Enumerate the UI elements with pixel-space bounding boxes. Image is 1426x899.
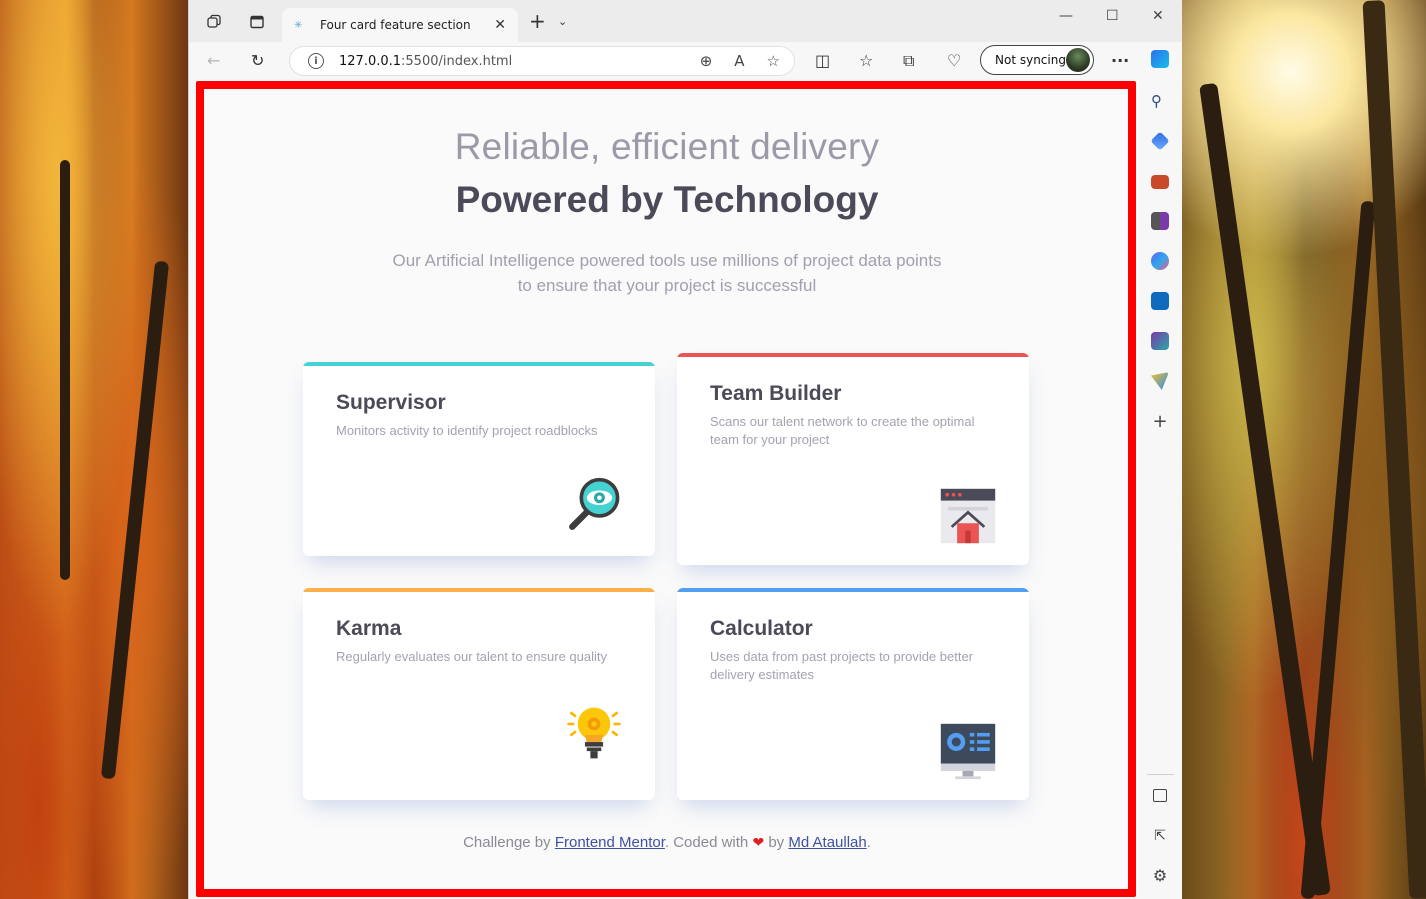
add-icon[interactable]: + bbox=[1151, 413, 1169, 432]
frontend-mentor-link[interactable]: Frontend Mentor bbox=[555, 834, 665, 851]
browser-house-icon bbox=[940, 488, 996, 544]
tree-trunk bbox=[100, 260, 170, 780]
edge-sidebar: ⚲ + ⇱ ⚙ bbox=[1139, 42, 1182, 899]
page-title: Powered by Technology bbox=[455, 179, 879, 220]
card-accent-bar bbox=[303, 362, 655, 366]
tree-trunk bbox=[60, 160, 70, 580]
favorites-icon[interactable]: ☆ bbox=[859, 52, 873, 70]
author-link[interactable]: Md Ataullah bbox=[788, 834, 866, 851]
read-aloud-icon[interactable]: A bbox=[734, 52, 744, 70]
hide-sidebar-icon[interactable] bbox=[1153, 789, 1167, 802]
page-subtitle: Our Artificial Intelligence powered tool… bbox=[392, 251, 942, 295]
close-window-icon[interactable]: ✕ bbox=[1152, 8, 1164, 24]
card-text: Scans our talent network to create the o… bbox=[710, 414, 975, 447]
card-team-builder: Team Builder Scans our talent network to… bbox=[677, 353, 1029, 565]
more-menu-icon[interactable]: ··· bbox=[1111, 52, 1129, 70]
tab-title: Four card feature section bbox=[320, 18, 471, 32]
card-title: Calculator bbox=[710, 617, 813, 640]
heading-light: Reliable, efficient delivery bbox=[454, 126, 880, 167]
designer-icon[interactable] bbox=[1151, 332, 1169, 350]
close-tab-icon[interactable]: ✕ bbox=[494, 17, 506, 33]
tools-icon[interactable] bbox=[1151, 175, 1169, 189]
settings-gear-icon[interactable]: ⚙ bbox=[1151, 868, 1169, 886]
footer-middle: . Coded with bbox=[664, 834, 749, 851]
desktop-wallpaper-right bbox=[1181, 0, 1426, 899]
card-accent-bar bbox=[677, 588, 1029, 592]
card-karma: Karma Regularly evaluates our talent to … bbox=[303, 588, 655, 800]
sync-label: Not syncing bbox=[995, 53, 1066, 67]
card-accent-bar bbox=[303, 588, 655, 592]
footer-by: by bbox=[768, 834, 785, 851]
url-host: 127.0.0.1 bbox=[339, 53, 402, 69]
page-footer: Challenge by Frontend Mentor. Coded with… bbox=[197, 834, 1137, 851]
site-info-icon[interactable]: i bbox=[308, 53, 324, 69]
page-viewport: Reliable, efficient delivery Powered by … bbox=[196, 80, 1139, 899]
browser-essentials-icon[interactable]: ♡ bbox=[947, 52, 961, 70]
outlook-icon[interactable] bbox=[1151, 292, 1169, 310]
vertical-tabs-icon[interactable] bbox=[249, 14, 265, 30]
microsoft-365-icon[interactable] bbox=[1151, 252, 1169, 270]
url-path: :5500/index.html bbox=[401, 53, 513, 69]
card-title: Karma bbox=[336, 617, 402, 640]
tree-trunk bbox=[1300, 200, 1376, 899]
tab-bar: ✳ Four card feature section ✕ + ⌄ — ☐ ✕ bbox=[189, 0, 1182, 42]
avatar bbox=[1066, 48, 1090, 72]
card-title: Supervisor bbox=[336, 391, 446, 414]
card-accent-bar bbox=[677, 353, 1029, 357]
minimize-icon[interactable]: — bbox=[1059, 8, 1073, 24]
copilot-icon[interactable] bbox=[1151, 50, 1169, 68]
maximize-icon[interactable]: ☐ bbox=[1106, 8, 1119, 24]
magnifier-eye-icon bbox=[569, 477, 620, 530]
card-text: Monitors activity to identify project ro… bbox=[336, 423, 598, 438]
split-screen-icon[interactable]: ◫ bbox=[815, 52, 830, 70]
desktop-wallpaper-left bbox=[0, 0, 188, 899]
tree-trunk bbox=[1362, 0, 1426, 899]
search-icon[interactable]: ⚲ bbox=[1151, 92, 1169, 110]
heart-icon: ❤ bbox=[752, 834, 765, 850]
browser-window: ✳ Four card feature section ✕ + ⌄ — ☐ ✕ … bbox=[188, 0, 1182, 899]
back-arrow-icon[interactable]: ← bbox=[207, 52, 220, 70]
drop-icon[interactable] bbox=[1151, 372, 1169, 390]
footer-prefix: Challenge by bbox=[463, 834, 551, 851]
browser-toolbar: ← ↻ i 127.0.0.1:5500/index.html ⊕ A ☆ ◫ … bbox=[189, 42, 1182, 80]
games-icon[interactable] bbox=[1151, 212, 1169, 230]
monitor-chart-icon bbox=[940, 723, 996, 780]
shopping-tag-icon[interactable] bbox=[1150, 131, 1170, 151]
footer-suffix: . bbox=[866, 834, 871, 851]
tab-favicon-icon: ✳ bbox=[294, 19, 303, 31]
collections-icon[interactable]: ⧉ bbox=[903, 52, 914, 70]
new-tab-icon[interactable]: + bbox=[529, 11, 546, 31]
card-text: Regularly evaluates our talent to ensure… bbox=[336, 649, 607, 664]
favorite-star-icon[interactable]: ☆ bbox=[767, 52, 780, 70]
address-bar[interactable]: i 127.0.0.1:5500/index.html ⊕ A ☆ bbox=[289, 46, 795, 76]
tab-active[interactable]: ✳ Four card feature section ✕ bbox=[282, 8, 518, 42]
card-supervisor: Supervisor Monitors activity to identify… bbox=[303, 362, 655, 556]
card-calculator: Calculator Uses data from past projects … bbox=[677, 588, 1029, 800]
profile-sync-button[interactable]: Not syncing bbox=[980, 45, 1094, 75]
zoom-icon[interactable]: ⊕ bbox=[700, 52, 713, 70]
refresh-icon[interactable]: ↻ bbox=[251, 52, 264, 70]
chevron-down-icon[interactable]: ⌄ bbox=[558, 15, 567, 28]
sidebar-divider bbox=[1147, 774, 1174, 775]
card-title: Team Builder bbox=[710, 382, 842, 405]
external-link-icon[interactable]: ⇱ bbox=[1151, 828, 1169, 846]
lightbulb-gear-icon bbox=[567, 707, 621, 759]
workspaces-icon[interactable] bbox=[206, 14, 222, 30]
card-text: Uses data from past projects to provide … bbox=[710, 649, 974, 682]
